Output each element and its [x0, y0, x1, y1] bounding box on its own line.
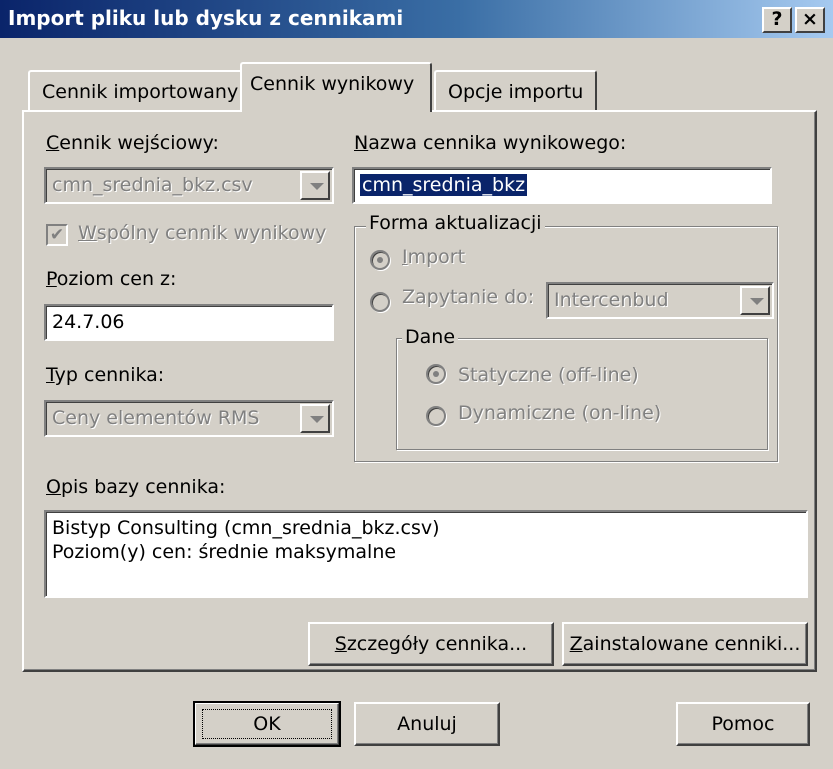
chevron-down-icon — [750, 298, 764, 305]
installed-pricelists-button[interactable]: Zainstalowane cenniki... — [562, 622, 808, 666]
help-button[interactable]: ? — [762, 7, 792, 33]
tab-result-pricelist[interactable]: Cennik wynikowy — [240, 62, 432, 112]
close-icon: × — [802, 8, 818, 30]
dropdown-button[interactable] — [300, 171, 330, 200]
input-pricelist-label: Cennik wejściowy: — [46, 132, 219, 154]
price-level-input[interactable]: 24.7.06 — [44, 304, 334, 341]
help-label: Pomoc — [711, 713, 775, 735]
close-button[interactable]: × — [795, 7, 825, 33]
title-bar[interactable]: Import pliku lub dysku z cennikami ? × — [0, 0, 833, 38]
radio-static[interactable] — [426, 364, 446, 384]
check-icon: ✔ — [49, 225, 65, 245]
pricelist-details-button[interactable]: Szczegóły cennika... — [308, 622, 554, 666]
tab-label: Opcje importu — [448, 81, 584, 103]
update-form-legend: Forma aktualizacji — [366, 212, 545, 234]
description-label: Opis bazy cennika: — [46, 476, 226, 498]
radio-query-label: Zapytanie do: — [402, 286, 535, 308]
radio-dot-icon — [377, 257, 383, 263]
radio-dynamic[interactable] — [426, 406, 446, 426]
pricelist-type-value: Ceny elementów RMS — [52, 407, 260, 429]
chevron-down-icon — [310, 416, 324, 423]
cancel-button[interactable]: Anuluj — [354, 702, 500, 746]
description-line: Bistyp Consulting (cmn_srednia_bkz.csv) — [52, 517, 440, 539]
common-pricelist-label: Wspólny cennik wynikowy — [78, 222, 327, 244]
result-name-value: cmn_srednia_bkz — [360, 174, 528, 196]
data-group — [396, 338, 768, 450]
dropdown-button[interactable] — [740, 286, 770, 315]
description-line: Poziom(y) cen: średnie maksymalne — [52, 541, 397, 563]
input-pricelist-combo[interactable]: cmn_srednia_bkz.csv — [44, 167, 334, 204]
price-level-value: 24.7.06 — [52, 311, 125, 333]
tab-label: Cennik wynikowy — [250, 73, 415, 95]
pricelist-type-combo[interactable]: Ceny elementów RMS — [44, 400, 334, 437]
cancel-label: Anuluj — [397, 713, 457, 735]
input-pricelist-value: cmn_srednia_bkz.csv — [52, 174, 253, 196]
description-textarea[interactable]: Bistyp Consulting (cmn_srednia_bkz.csv) … — [44, 510, 808, 598]
radio-import[interactable] — [370, 250, 390, 270]
tab-imported-pricelist[interactable]: Cennik importowany — [28, 70, 253, 112]
price-level-label: Poziom cen z: — [46, 268, 177, 290]
radio-query[interactable] — [370, 292, 390, 312]
radio-static-label: Statyczne (off-line) — [458, 364, 639, 386]
common-pricelist-checkbox[interactable]: ✔ — [46, 224, 68, 246]
data-legend: Dane — [402, 326, 459, 348]
tab-label: Cennik importowany — [42, 81, 239, 103]
chevron-down-icon — [310, 183, 324, 190]
query-target-value: Intercenbud — [554, 289, 669, 311]
radio-import-label: Import — [402, 246, 466, 268]
help-icon: ? — [771, 8, 783, 30]
tab-import-options[interactable]: Opcje importu — [434, 70, 598, 112]
dropdown-button[interactable] — [300, 404, 330, 433]
focus-rect — [202, 709, 332, 739]
help-footer-button[interactable]: Pomoc — [676, 702, 810, 746]
window-title: Import pliku lub dysku z cennikami — [8, 6, 404, 30]
query-target-combo[interactable]: Intercenbud — [546, 282, 774, 319]
radio-dot-icon — [433, 371, 439, 377]
radio-dynamic-label: Dynamiczne (on-line) — [458, 402, 662, 424]
result-name-label: Nazwa cennika wynikowego: — [354, 132, 627, 154]
result-name-input[interactable]: cmn_srednia_bkz — [352, 167, 772, 204]
pricelist-type-label: Typ cennika: — [46, 364, 165, 386]
